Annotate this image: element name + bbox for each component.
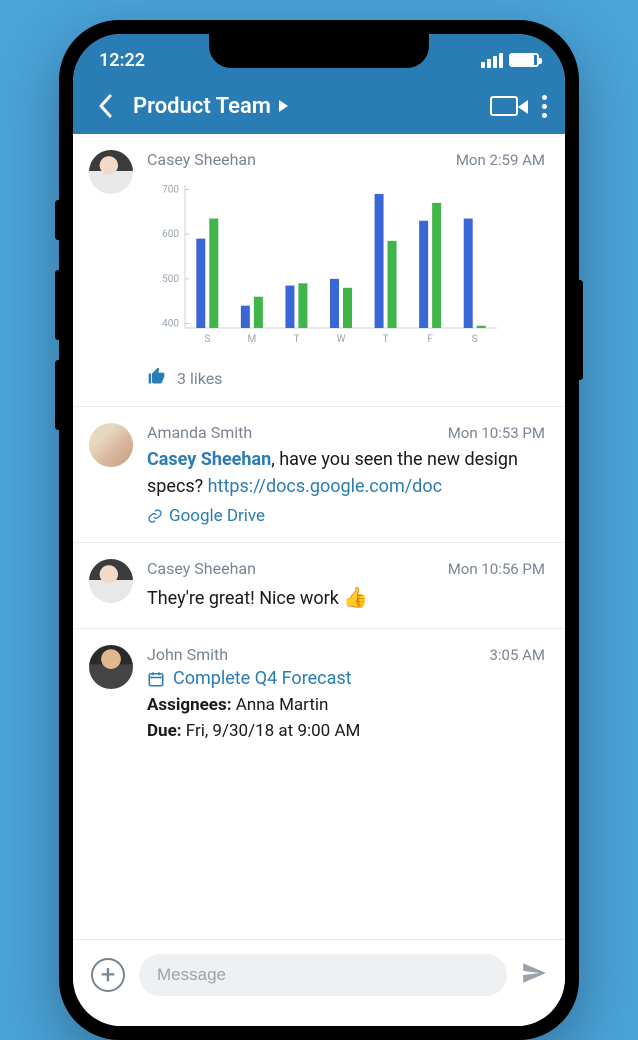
message-timestamp: 3:05 AM	[489, 646, 545, 664]
task-due: Due: Fri, 9/30/18 at 9:00 AM	[147, 721, 545, 741]
avatar[interactable]	[89, 559, 133, 603]
link-icon	[147, 508, 163, 524]
task-assignees: Assignees: Anna Martin	[147, 695, 545, 715]
message-text: Casey Sheehan, have you seen the new des…	[147, 446, 545, 500]
status-time: 12:22	[99, 50, 145, 71]
thumbs-up-icon	[147, 366, 167, 390]
avatar[interactable]	[89, 645, 133, 689]
battery-icon	[509, 53, 539, 67]
task-link[interactable]: Complete Q4 Forecast	[147, 668, 545, 689]
message-text: They're great! Nice work 👍	[147, 582, 545, 612]
video-call-button[interactable]	[490, 96, 518, 116]
svg-text:W: W	[337, 334, 346, 345]
chat-title-button[interactable]: Product Team	[133, 94, 476, 119]
svg-text:S: S	[204, 334, 210, 345]
avatar[interactable]	[89, 150, 133, 194]
message-timestamp: Mon 10:53 PM	[448, 424, 545, 442]
bar-chart: 400 500 600 700 S M T W T F S	[147, 177, 507, 352]
nav-bar: Product Team	[73, 78, 565, 134]
message-timestamp: Mon 2:59 AM	[456, 151, 545, 169]
signal-icon	[481, 53, 503, 68]
chevron-left-icon	[98, 94, 112, 118]
notch	[209, 34, 429, 68]
svg-text:500: 500	[162, 274, 179, 285]
message-item: Amanda Smith Mon 10:53 PM Casey Sheehan,…	[73, 407, 565, 543]
message-item: Casey Sheehan Mon 2:59 AM 400 500 600 700 S M…	[73, 134, 565, 407]
avatar[interactable]	[89, 423, 133, 467]
message-input[interactable]	[139, 954, 507, 996]
message-author: Casey Sheehan	[147, 150, 256, 169]
dropdown-triangle-icon	[279, 100, 288, 112]
svg-text:S: S	[472, 334, 478, 345]
chart-attachment[interactable]: 400 500 600 700 S M T W T F S	[147, 177, 545, 352]
message-author: Casey Sheehan	[147, 559, 256, 578]
svg-text:M: M	[247, 334, 256, 345]
svg-text:F: F	[427, 334, 433, 345]
svg-text:400: 400	[162, 319, 179, 330]
message-item: Casey Sheehan Mon 10:56 PM They're great…	[73, 543, 565, 629]
message-author: Amanda Smith	[147, 423, 252, 442]
svg-text:700: 700	[162, 184, 179, 195]
message-timestamp: Mon 10:56 PM	[448, 560, 545, 578]
chat-title: Product Team	[133, 94, 271, 119]
link-preview[interactable]: Google Drive	[147, 506, 545, 526]
thumbs-up-emoji: 👍	[343, 585, 368, 609]
svg-text:T: T	[293, 334, 299, 345]
likes-button[interactable]: 3 likes	[147, 366, 545, 390]
message-item: John Smith 3:05 AM Complete Q4 Forecast …	[73, 629, 565, 757]
back-button[interactable]	[91, 92, 119, 120]
likes-count: 3 likes	[177, 369, 222, 388]
attach-button[interactable]: +	[91, 958, 125, 992]
message-author: John Smith	[147, 645, 228, 664]
link-url[interactable]: https://docs.google.com/doc	[208, 476, 442, 497]
more-menu-button[interactable]	[542, 95, 547, 118]
message-composer: +	[73, 939, 565, 1026]
link-preview-label: Google Drive	[169, 506, 265, 526]
mention[interactable]: Casey Sheehan	[147, 449, 271, 470]
svg-text:600: 600	[162, 229, 179, 240]
send-button[interactable]	[521, 960, 547, 990]
task-title-text: Complete Q4 Forecast	[173, 668, 352, 689]
svg-text:T: T	[383, 334, 389, 345]
calendar-icon	[147, 670, 165, 688]
send-icon	[521, 960, 547, 986]
message-list[interactable]: Casey Sheehan Mon 2:59 AM 400 500 600 700 S M…	[73, 134, 565, 939]
